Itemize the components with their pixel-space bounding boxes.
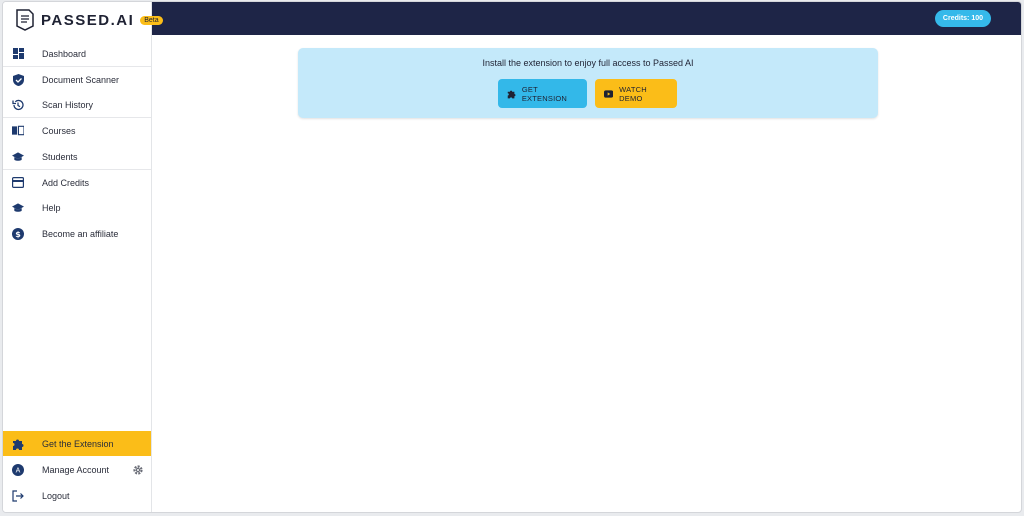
- document-logo-icon: [16, 9, 34, 31]
- sidebar-item-become-affiliate[interactable]: $ Become an affiliate: [3, 221, 151, 246]
- logout-icon: [12, 489, 24, 502]
- logo[interactable]: PASSED.AI Beta: [15, 6, 163, 34]
- sidebar-item-add-credits[interactable]: Add Credits: [3, 170, 151, 195]
- sidebar-item-students[interactable]: Students: [3, 144, 151, 169]
- sidebar-item-label: Students: [42, 151, 78, 162]
- sidebar-item-manage-account[interactable]: A Manage Account: [3, 457, 151, 482]
- card-icon: [12, 177, 24, 189]
- beta-badge: Beta: [140, 15, 163, 25]
- sidebar-item-label: Help: [42, 202, 61, 213]
- sidebar-item-label: Dashboard: [42, 48, 87, 59]
- watch-demo-button[interactable]: WATCH DEMO: [595, 79, 677, 108]
- sidebar-item-label: Logout: [42, 490, 70, 501]
- gear-icon[interactable]: [132, 463, 144, 475]
- dollar-icon: $: [12, 227, 24, 240]
- sidebar-item-get-extension[interactable]: Get the Extension: [3, 431, 151, 456]
- banner-message: Install the extension to enjoy full acce…: [482, 58, 694, 68]
- dashboard-icon: [12, 48, 24, 60]
- avatar-icon: A: [12, 463, 24, 476]
- sidebar-item-label: Get the Extension: [42, 438, 114, 449]
- sidebar: PASSED.AI Beta Dashboard Document Scanne…: [3, 2, 163, 512]
- sidebar-item-document-scanner[interactable]: Document Scanner: [3, 67, 151, 92]
- sidebar-item-dashboard[interactable]: Dashboard: [3, 41, 151, 66]
- youtube-icon: [604, 89, 614, 98]
- avatar-letter: A: [16, 467, 21, 474]
- sidebar-item-help[interactable]: Help: [3, 195, 151, 220]
- get-extension-label: GET EXTENSION: [521, 84, 568, 103]
- shield-check-icon: [12, 73, 24, 86]
- sidebar-item-label: Become an affiliate: [42, 228, 119, 239]
- sidebar-item-logout[interactable]: Logout: [3, 483, 151, 508]
- graduation-cap-icon: [12, 202, 24, 214]
- sidebar-item-label: Scan History: [42, 99, 94, 110]
- sidebar-item-label: Document Scanner: [42, 74, 120, 85]
- app-window: Credits: 100 PASSED.AI Beta Dashboard Do…: [2, 1, 1022, 513]
- watch-demo-label: WATCH DEMO: [619, 84, 647, 103]
- get-extension-button[interactable]: GET EXTENSION: [498, 79, 587, 108]
- sidebar-item-label: Manage Account: [42, 464, 110, 475]
- book-icon: [12, 125, 24, 137]
- sidebar-item-label: Add Credits: [42, 177, 90, 188]
- puzzle-icon: [507, 90, 516, 98]
- top-bar: Credits: 100: [152, 2, 1021, 35]
- sidebar-item-label: Courses: [42, 125, 76, 136]
- history-icon: [12, 99, 24, 111]
- credits-badge[interactable]: Credits: 100: [934, 10, 991, 27]
- graduation-cap-icon: [12, 151, 24, 163]
- svg-text:$: $: [15, 230, 21, 239]
- install-extension-banner: Install the extension to enjoy full acce…: [298, 48, 878, 118]
- brand-name: PASSED.AI: [41, 11, 135, 29]
- puzzle-icon: [12, 438, 24, 450]
- sidebar-item-scan-history[interactable]: Scan History: [3, 92, 151, 117]
- sidebar-item-courses[interactable]: Courses: [3, 118, 151, 143]
